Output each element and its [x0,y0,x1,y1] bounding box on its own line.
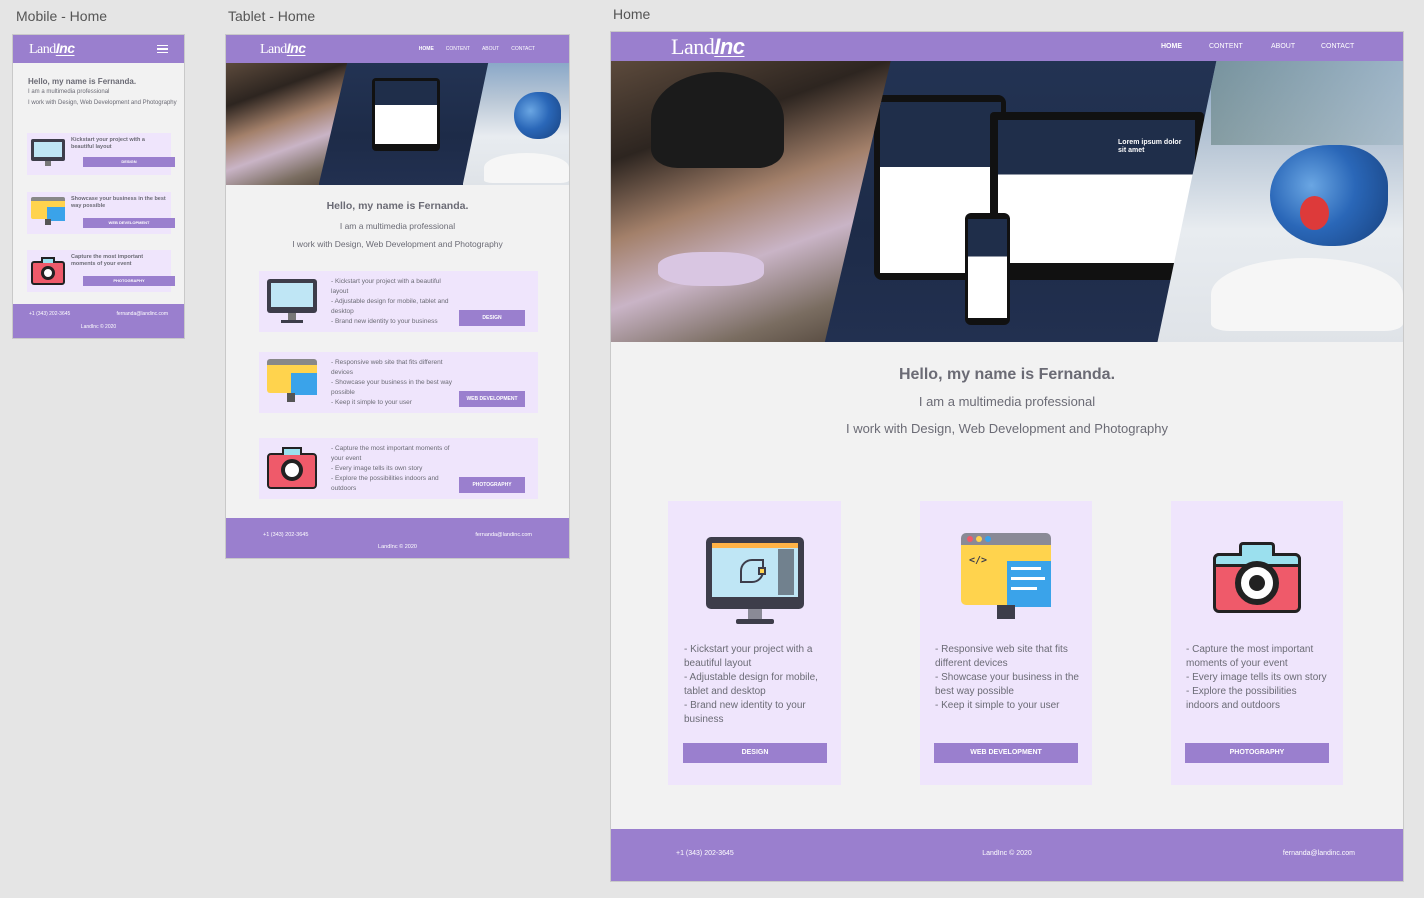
desktop-card-text: - Kickstart your project with a beautifu… [684,644,818,725]
web-development-button[interactable]: WEB DEVELOPMENT [459,391,525,407]
desktop-card-design: - Kickstart your project with a beautifu… [668,501,841,785]
footer-email[interactable]: fernanda@landinc.com [117,311,169,317]
desktop-nav-links: HOME CONTENT ABOUT CONTACT [1161,43,1355,50]
logo[interactable]: LandInc [260,40,306,58]
nav-home[interactable]: HOME [419,46,434,52]
footer-copyright: LandInc © 2020 [80,324,117,330]
footer-phone: +1 (343) 202-3645 [263,532,309,538]
nav-about[interactable]: ABOUT [1271,43,1321,50]
logo[interactable]: LandInc [29,40,75,58]
desktop-artboard-label: Home [613,6,651,22]
logo-inc: Inc [286,40,306,56]
mobile-intro: Hello, my name is Fernanda. I am a multi… [28,77,178,108]
desktop-card-text: - Responsive web site that fits differen… [935,644,1079,711]
mobile-artboard-label: Mobile - Home [16,8,108,24]
intro-role: I am a multimedia professional [28,89,110,95]
web-development-button[interactable]: WEB DEVELOPMENT [934,743,1078,763]
tablet-footer: +1 (343) 202-3645 fernanda@landinc.com L… [226,518,569,558]
tablet-card-photo: - Capture the most important moments of … [259,438,538,499]
nav-about[interactable]: ABOUT [482,46,499,52]
tablet-artboard-label: Tablet - Home [228,8,316,24]
intro-work: I work with Design, Web Development and … [292,239,503,249]
code-window-icon [267,359,317,407]
intro-role: I am a multimedia professional [918,394,1096,409]
mobile-navbar: LandInc [13,35,184,63]
footer-phone: +1 (343) 202-3645 [29,311,71,317]
mobile-footer: +1 (343) 202-3645 fernanda@landinc.com L… [13,304,184,338]
tablet-card-webdev: - Responsive web site that fits differen… [259,352,538,413]
mobile-card-text: Kickstart your project with a beautiful … [71,137,145,150]
tablet-card-text: - Kickstart your project with a beautifu… [331,278,449,325]
intro-work: I work with Design, Web Development and … [845,421,1169,436]
mobile-card-design: Kickstart your project with a beautiful … [27,133,175,175]
logo-land: Land [260,42,287,57]
tablet-artboard: LandInc HOME CONTENT ABOUT CONTACT Hello… [225,34,570,559]
camera-icon [1213,541,1301,615]
desktop-card-webdev: </> - Responsive web site that fits diff… [920,501,1092,785]
hamburger-menu-icon[interactable] [157,43,168,56]
mobile-card-webdev: Showcase your business in the best way p… [27,192,175,234]
desktop-hero-banner: Lorem ipsum dolor sit amet [611,61,1403,342]
logo-land: Land [671,33,715,59]
logo-land: Land [29,42,56,57]
code-window-icon [31,197,65,227]
monitor-design-icon [31,139,65,167]
design-button[interactable]: DESIGN [83,157,175,167]
tablet-hero-banner [226,63,569,185]
tablet-card-text: - Capture the most important moments of … [331,445,450,492]
mobile-card-text: Showcase your business in the best way p… [71,196,166,209]
footer-copyright: LandInc © 2020 [378,544,417,550]
desktop-navbar: LandInc HOME CONTENT ABOUT CONTACT [611,32,1403,61]
tablet-card-design: - Kickstart your project with a beautifu… [259,271,538,332]
desktop-footer: +1 (343) 202-3645 LandInc © 2020 fernand… [611,829,1403,881]
desktop-card-photo: - Capture the most important moments of … [1171,501,1343,785]
logo-inc: Inc [55,40,75,56]
camera-icon [31,256,65,286]
nav-contact[interactable]: CONTACT [1321,43,1355,50]
logo[interactable]: LandInc [671,34,745,60]
tablet-nav-links: HOME CONTENT ABOUT CONTACT [419,46,535,52]
logo-inc: Inc [714,33,745,59]
desktop-card-text: - Capture the most important moments of … [1186,644,1327,711]
nav-contact[interactable]: CONTACT [511,46,535,52]
intro-role: I am a multimedia professional [339,221,456,231]
footer-email[interactable]: fernanda@landinc.com [475,532,532,538]
mobile-artboard: LandInc Hello, my name is Fernanda. I am… [12,34,185,339]
hero-phone [964,212,1011,326]
nav-home[interactable]: HOME [1161,43,1209,50]
monitor-design-icon [267,279,317,325]
camera-icon [267,446,317,492]
photography-button[interactable]: PHOTOGRAPHY [459,477,525,493]
code-window-icon: </> [961,533,1051,625]
footer-email[interactable]: fernanda@landinc.com [1283,850,1355,857]
web-development-button[interactable]: WEB DEVELOPMENT [83,218,175,228]
intro-hello: Hello, my name is Fernanda. [898,366,1116,383]
design-button[interactable]: DESIGN [683,743,827,763]
desktop-intro: Hello, my name is Fernanda. I am a multi… [611,366,1403,436]
hero-laptop [372,77,440,151]
mobile-card-text: Capture the most important moments of yo… [71,254,144,267]
nav-content[interactable]: CONTENT [446,46,470,52]
nav-content[interactable]: CONTENT [1209,43,1271,50]
design-button[interactable]: DESIGN [459,310,525,326]
photography-button[interactable]: PHOTOGRAPHY [1185,743,1329,763]
tablet-navbar: LandInc HOME CONTENT ABOUT CONTACT [226,35,569,63]
mobile-card-photo: Capture the most important moments of yo… [27,250,175,292]
hero-laptop: Lorem ipsum dolor sit amet [989,111,1204,281]
monitor-design-icon [706,537,804,627]
desktop-artboard: LandInc HOME CONTENT ABOUT CONTACT Lorem… [610,31,1404,882]
intro-work: I work with Design, Web Development and … [28,100,177,106]
hero-screen-headline: Lorem ipsum dolor sit amet [1118,138,1182,154]
tablet-intro: Hello, my name is Fernanda. I am a multi… [226,200,569,249]
photography-button[interactable]: PHOTOGRAPHY [83,276,175,286]
tablet-card-text: - Responsive web site that fits differen… [331,359,453,406]
intro-hello: Hello, my name is Fernanda. [326,200,469,212]
intro-hello: Hello, my name is Fernanda. [28,77,137,86]
